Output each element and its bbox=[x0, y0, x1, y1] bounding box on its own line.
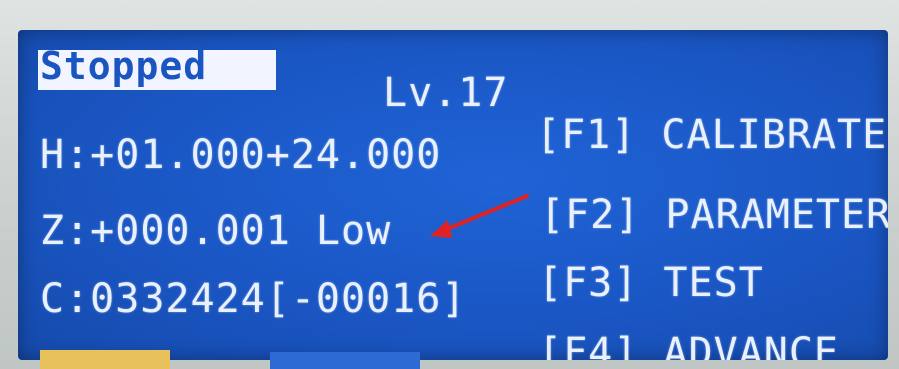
menu-label-parameter: PARAMETER bbox=[665, 192, 888, 238]
status-label: Stopped bbox=[40, 44, 208, 88]
h-readout: H:+01.000+24.000 bbox=[40, 132, 442, 178]
menu-label-test: TEST bbox=[663, 260, 764, 306]
menu-item-parameter[interactable]: [F2] PARAMETER bbox=[540, 192, 888, 238]
menu-key-f2: [F2] bbox=[540, 192, 641, 238]
menu-key-f3: [F3] bbox=[538, 260, 639, 306]
bottom-yellow-label bbox=[40, 350, 170, 369]
lcd-screen: Stopped Lv.17 H:+01.000+24.000 Z:+000.00… bbox=[18, 30, 888, 360]
menu-key-f4: [F4] bbox=[538, 330, 639, 360]
level-label: Lv.17 bbox=[383, 70, 509, 116]
menu-label-calibrate: CALIBRATE bbox=[661, 112, 888, 158]
menu-item-test[interactable]: [F3] TEST bbox=[538, 260, 764, 306]
menu-key-f1: [F1] bbox=[536, 112, 637, 158]
c-readout: C:0332424[-00016] bbox=[40, 276, 467, 322]
menu-item-calibrate[interactable]: [F1] CALIBRATE bbox=[536, 112, 887, 158]
menu-item-advance[interactable]: [F4] ADVANCE bbox=[538, 330, 839, 360]
bottom-blue-label bbox=[270, 352, 420, 369]
menu-label-advance: ADVANCE bbox=[663, 330, 839, 360]
z-readout: Z:+000.001 Low bbox=[40, 208, 392, 254]
